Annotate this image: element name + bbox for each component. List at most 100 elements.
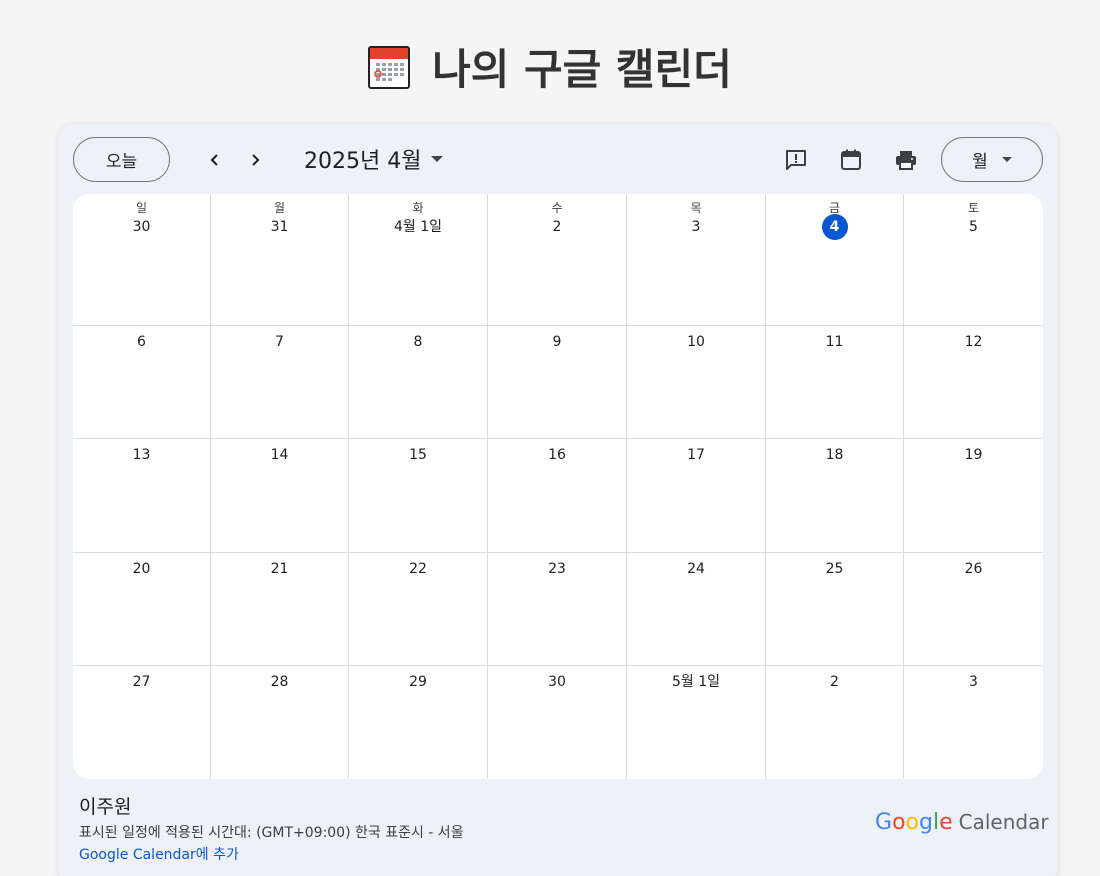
date-number[interactable]: 22: [349, 558, 487, 580]
page-title-text: 나의 구글 캘린더: [432, 45, 732, 94]
day-cell[interactable]: 24: [627, 553, 766, 666]
day-cell[interactable]: 5월 1일: [627, 666, 766, 779]
day-cell[interactable]: 3: [904, 666, 1043, 779]
date-number[interactable]: 19: [904, 444, 1043, 466]
day-cell[interactable]: 11: [766, 326, 904, 439]
day-cell[interactable]: 토5: [904, 194, 1043, 326]
calendar-widget: 오늘 2025년 4월 월 일 30 월 31 화 4월 1일 수 2 목 3 …: [58, 124, 1058, 876]
caret-down-icon: [431, 156, 444, 162]
day-cell[interactable]: 월 31: [211, 194, 349, 326]
date-number[interactable]: 18: [766, 444, 903, 466]
google-logo-letter: g: [919, 810, 933, 835]
day-cell[interactable]: 25: [766, 553, 904, 666]
prev-month-button[interactable]: [199, 144, 231, 176]
google-logo-letter: e: [939, 810, 953, 835]
day-cell[interactable]: 13: [73, 439, 211, 553]
date-number[interactable]: 14: [211, 444, 348, 466]
google-logo-letter: o: [892, 810, 906, 835]
today-button[interactable]: 오늘: [73, 137, 170, 182]
date-number[interactable]: 30: [488, 671, 626, 693]
chevron-right-icon: [252, 154, 260, 166]
date-number[interactable]: 7: [211, 331, 348, 353]
day-cell[interactable]: 화 4월 1일: [349, 194, 488, 326]
day-cell[interactable]: 27: [73, 666, 211, 779]
day-cell[interactable]: 9: [488, 326, 627, 439]
day-cell[interactable]: 14: [211, 439, 349, 553]
date-number[interactable]: 13: [73, 444, 210, 466]
date-number[interactable]: 4월 1일: [349, 216, 487, 238]
date-number[interactable]: 20: [73, 558, 210, 580]
today-date-number[interactable]: 4: [766, 214, 903, 240]
next-month-button[interactable]: [239, 144, 271, 176]
date-number[interactable]: 10: [627, 331, 765, 353]
day-cell[interactable]: 2: [766, 666, 904, 779]
day-cell[interactable]: 15: [349, 439, 488, 553]
caret-down-icon: [1001, 157, 1012, 162]
date-number[interactable]: 29: [349, 671, 487, 693]
date-number[interactable]: 30: [73, 216, 210, 238]
day-cell[interactable]: 21: [211, 553, 349, 666]
date-number[interactable]: 17: [627, 444, 765, 466]
feedback-icon: [786, 150, 806, 170]
date-number[interactable]: 16: [488, 444, 626, 466]
add-to-google-calendar-link[interactable]: Google Calendar에 추가: [79, 844, 239, 864]
date-number[interactable]: 25: [766, 558, 903, 580]
date-number[interactable]: 23: [488, 558, 626, 580]
date-number[interactable]: 6: [73, 331, 210, 353]
date-number[interactable]: 2: [766, 671, 903, 693]
date-number[interactable]: 27: [73, 671, 210, 693]
day-cell[interactable]: 6: [73, 326, 211, 439]
date-number[interactable]: 5월 1일: [627, 671, 765, 693]
date-number[interactable]: 3: [627, 216, 765, 238]
date-number[interactable]: 2: [488, 216, 626, 238]
day-cell[interactable]: 수2: [488, 194, 627, 326]
date-number[interactable]: 12: [904, 331, 1043, 353]
timezone-note: 표시된 일정에 적용된 시간대: (GMT+09:00) 한국 표준시 - 서울: [79, 825, 464, 841]
calendar-emoji-icon: [368, 45, 411, 89]
date-number[interactable]: 9: [488, 331, 626, 353]
day-cell[interactable]: 8: [349, 326, 488, 439]
day-cell[interactable]: 18: [766, 439, 904, 553]
print-button[interactable]: [892, 146, 920, 174]
date-number[interactable]: 28: [211, 671, 348, 693]
view-selector[interactable]: 월: [941, 137, 1043, 182]
google-calendar-logo[interactable]: Google Calendar: [875, 810, 1049, 835]
calendar-logo-text: Calendar: [958, 810, 1049, 834]
date-number[interactable]: 31: [211, 216, 348, 238]
month-grid: 일 30 월 31 화 4월 1일 수 2 목 3 금 4 토 5 6 7 8 9 10 11 12 13 14 15 16 17…: [73, 194, 1043, 779]
day-cell[interactable]: 19: [904, 439, 1043, 553]
date-number[interactable]: 26: [904, 558, 1043, 580]
day-cell[interactable]: 12: [904, 326, 1043, 439]
page-title: 나의 구글 캘린더: [0, 36, 1100, 97]
day-cell[interactable]: 23: [488, 553, 627, 666]
month-picker[interactable]: 2025년 4월: [304, 144, 444, 174]
month-label: 2025년 4월: [304, 149, 422, 174]
open-calendar-button[interactable]: [837, 146, 865, 174]
day-cell[interactable]: 일 30: [73, 194, 211, 326]
date-number[interactable]: 11: [766, 331, 903, 353]
day-cell[interactable]: 10: [627, 326, 766, 439]
print-icon: [896, 151, 916, 170]
date-number[interactable]: 24: [627, 558, 765, 580]
day-cell[interactable]: 28: [211, 666, 349, 779]
today-marker: 4: [821, 214, 848, 240]
weekday-label: 토: [967, 201, 980, 215]
date-number[interactable]: 5: [904, 216, 1043, 238]
date-number[interactable]: 21: [211, 558, 348, 580]
day-cell[interactable]: 17: [627, 439, 766, 553]
day-cell[interactable]: 29: [349, 666, 488, 779]
day-cell[interactable]: 26: [904, 553, 1043, 666]
day-cell[interactable]: 20: [73, 553, 211, 666]
date-number[interactable]: 3: [904, 671, 1043, 693]
day-cell[interactable]: 목3: [627, 194, 766, 326]
day-cell[interactable]: 22: [349, 553, 488, 666]
date-number[interactable]: 8: [349, 331, 487, 353]
day-cell[interactable]: 7: [211, 326, 349, 439]
day-cell[interactable]: 30: [488, 666, 627, 779]
calendar-toolbar: 오늘 2025년 4월 월: [58, 124, 1058, 194]
feedback-button[interactable]: [782, 146, 810, 174]
day-cell[interactable]: 금4: [766, 194, 904, 326]
day-cell[interactable]: 16: [488, 439, 627, 553]
chevron-left-icon: [210, 154, 218, 166]
date-number[interactable]: 15: [349, 444, 487, 466]
